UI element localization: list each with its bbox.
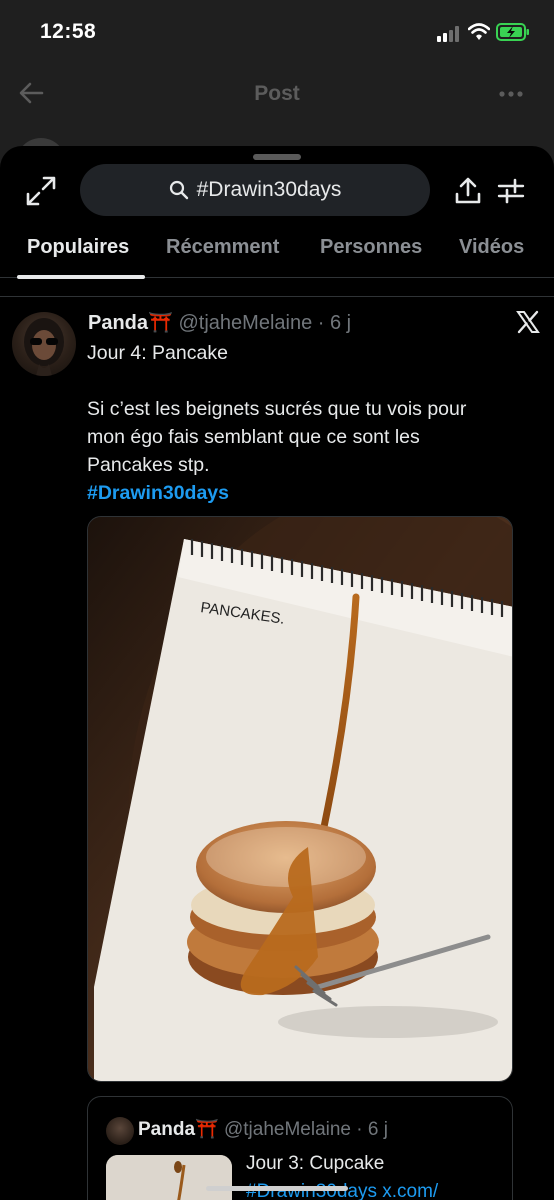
- tab-bar: Populaires Récemment Personnes Vidéos: [0, 226, 554, 279]
- expand-icon[interactable]: [24, 174, 58, 208]
- battery-charging-icon: [496, 23, 529, 41]
- tab-videos[interactable]: Vidéos: [459, 236, 524, 259]
- post-image[interactable]: PANCAKES.: [87, 516, 513, 1082]
- search-query: #Drawin30days: [196, 178, 342, 201]
- divider: [0, 296, 554, 297]
- quoted-post-thumbnail: [106, 1155, 232, 1200]
- quoted-post-text: Jour 3: Cupcake: [246, 1153, 385, 1174]
- x-logo-icon: [516, 310, 540, 334]
- active-tab-indicator: [17, 275, 145, 279]
- post-text-line: Jour 4: Pancake: [87, 342, 228, 364]
- background-title: Post: [254, 82, 300, 105]
- post-author-handle[interactable]: @tjaheMelaine: [178, 312, 312, 334]
- wifi-icon: [468, 23, 490, 40]
- more-options-icon[interactable]: [497, 84, 525, 104]
- post-time: · 6 j: [317, 312, 352, 334]
- quoted-author-handle: @tjaheMelaine: [223, 1119, 351, 1140]
- post-text-line: mon égo fais semblant que ce sont les: [87, 426, 420, 448]
- post-hashtag-link[interactable]: #Drawin30days: [87, 482, 229, 505]
- quoted-post-header: Panda⛩️ @tjaheMelaine · 6 j: [138, 1117, 388, 1141]
- quoted-post[interactable]: Panda⛩️ @tjaheMelaine · 6 j Jour 3: Cupc…: [87, 1096, 513, 1200]
- avatar[interactable]: [12, 312, 76, 376]
- tab-personnes[interactable]: Personnes: [320, 236, 422, 259]
- post-header-line: Panda⛩️ @tjaheMelaine · 6 j: [88, 310, 351, 335]
- cellular-signal-icon: [437, 26, 463, 42]
- home-indicator[interactable]: [206, 1186, 348, 1191]
- search-icon: [169, 180, 188, 200]
- sheet-grabber[interactable]: [253, 154, 301, 160]
- post-text-line: Pancakes stp.: [87, 454, 210, 476]
- search-input[interactable]: #Drawin30days: [80, 164, 430, 216]
- status-bar: 12:58: [0, 0, 554, 66]
- share-icon[interactable]: [454, 176, 482, 206]
- post-author-name[interactable]: Panda⛩️: [88, 312, 173, 334]
- search-sheet: #Drawin30days Populaires Récemment Perso…: [0, 146, 554, 1200]
- tab-populaires[interactable]: Populaires: [27, 236, 129, 259]
- post-text-line: Si c’est les beignets sucrés que tu vois…: [87, 398, 467, 420]
- filter-settings-icon[interactable]: [497, 178, 525, 204]
- status-time: 12:58: [40, 20, 97, 43]
- quoted-post-time: · 6 j: [356, 1119, 388, 1140]
- tab-recemment[interactable]: Récemment: [166, 236, 279, 259]
- quoted-author-name: Panda⛩️: [138, 1119, 219, 1140]
- quoted-avatar: [106, 1117, 134, 1145]
